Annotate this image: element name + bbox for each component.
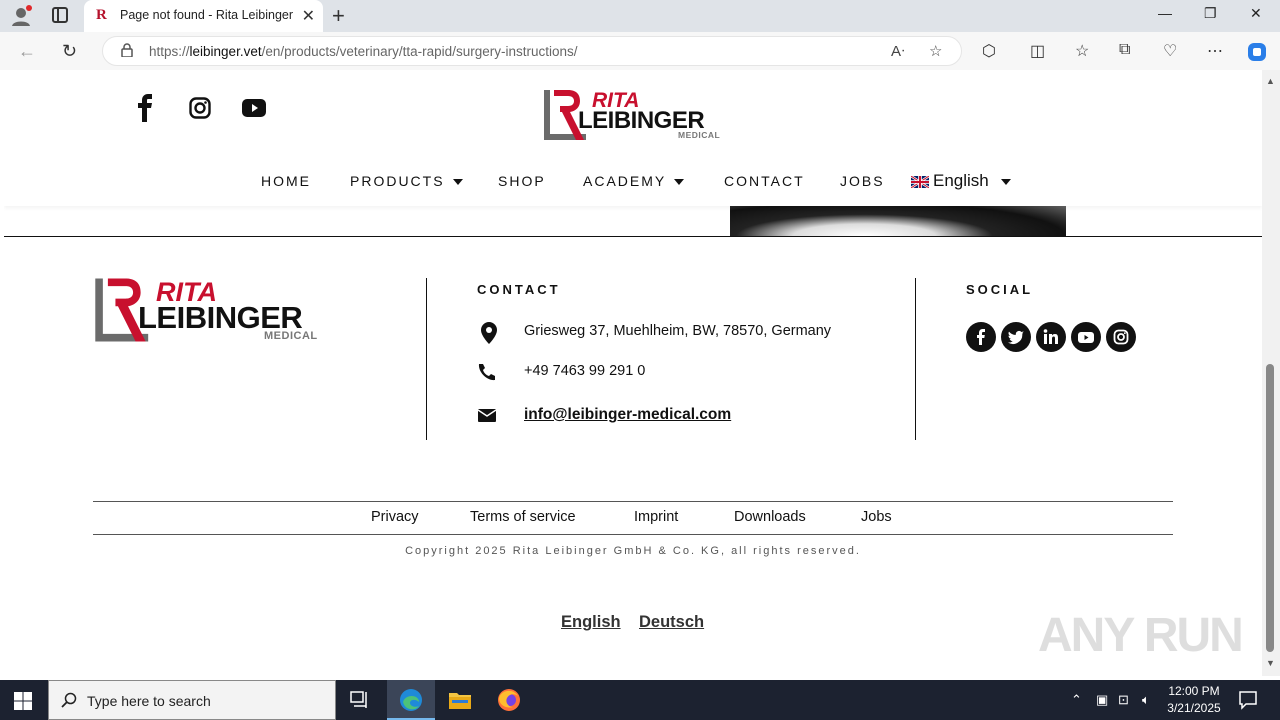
section-divider: [4, 236, 1262, 237]
read-aloud-icon[interactable]: Aᐧ: [891, 42, 905, 60]
logo-medical-text: MEDICAL: [264, 330, 318, 342]
facebook-icon[interactable]: [966, 322, 996, 352]
envelope-icon: [478, 409, 496, 422]
lock-icon[interactable]: [121, 43, 133, 57]
phone-text: +49 7463 99 291 0: [524, 363, 646, 379]
firefox-icon[interactable]: [485, 680, 533, 720]
more-menu-icon[interactable]: ⋯: [1207, 41, 1223, 61]
footer-logo[interactable]: RITA LEIBINGER MEDICAL: [92, 276, 322, 344]
nav-academy-label: ACADEMY: [583, 173, 667, 189]
tab-actions-icon[interactable]: [52, 7, 68, 23]
address-text: Griesweg 37, Muehlheim, BW, 78570, Germa…: [524, 323, 832, 339]
footer-divider-top: [93, 501, 1173, 502]
nav-home[interactable]: HOME: [261, 173, 311, 189]
clock-time: 12:00 PM: [1168, 684, 1220, 698]
browser-toolbar: ← ↻ https://leibinger.vet/en/products/ve…: [0, 32, 1280, 70]
split-screen-icon[interactable]: ◫: [1030, 41, 1045, 61]
watermark-logo: ANY RUN: [1038, 609, 1244, 662]
social-heading: SOCIAL: [966, 282, 1034, 297]
search-icon: [61, 692, 77, 708]
nav-shop[interactable]: SHOP: [498, 173, 546, 189]
windows-start-icon[interactable]: [14, 692, 32, 710]
task-view-icon[interactable]: [336, 680, 384, 720]
copilot-icon[interactable]: [1246, 41, 1268, 63]
column-divider: [915, 278, 916, 440]
browser-tab-active[interactable]: R Page not found - Rita Leibinger ✕: [84, 0, 323, 32]
chevron-down-icon: [1000, 178, 1011, 185]
taskbar-clock[interactable]: 12:00 PM 3/21/2025: [1160, 683, 1228, 717]
nav-products-label: PRODUCTS: [350, 173, 445, 189]
page-scrollbar[interactable]: ▲ ▼: [1262, 70, 1280, 676]
profile-icon[interactable]: [10, 5, 32, 27]
favorite-star-icon[interactable]: ☆: [929, 42, 942, 60]
extensions-icon[interactable]: ⬡: [982, 41, 996, 61]
map-pin-icon: [481, 322, 497, 344]
favicon-icon: R: [96, 7, 107, 23]
taskbar-search-input[interactable]: Type here to search: [48, 680, 336, 720]
language-label: English: [933, 171, 989, 190]
privacy-link[interactable]: Privacy: [371, 509, 419, 525]
browser-essentials-icon[interactable]: ♡: [1163, 41, 1177, 61]
address-bar[interactable]: https://leibinger.vet/en/products/veteri…: [102, 36, 962, 66]
twitter-icon[interactable]: [1001, 322, 1031, 352]
nav-jobs[interactable]: JOBS: [840, 173, 885, 189]
clock-date: 3/21/2025: [1167, 701, 1221, 715]
copyright-text: Copyright 2025 Rita Leibinger GmbH & Co.…: [405, 545, 861, 557]
new-tab-icon[interactable]: +: [332, 3, 345, 29]
network-icon[interactable]: ⊡: [1118, 692, 1129, 708]
chevron-down-icon: [674, 179, 685, 186]
nav-contact[interactable]: CONTACT: [724, 173, 805, 189]
tab-title: Page not found - Rita Leibinger: [120, 8, 294, 22]
terms-link[interactable]: Terms of service: [470, 509, 576, 525]
windows-taskbar: Type here to search ⌃ ▣ ⊡ 🔈︎ 12:00 PM 3/…: [0, 680, 1280, 720]
nav-products[interactable]: PRODUCTS: [350, 173, 463, 189]
linkedin-icon[interactable]: [1036, 322, 1066, 352]
collections-icon[interactable]: ⧉: [1119, 41, 1130, 59]
youtube-icon[interactable]: [242, 99, 266, 117]
email-link[interactable]: info@leibinger-medical.com: [524, 406, 731, 424]
scroll-down-icon[interactable]: ▼: [1266, 658, 1275, 668]
imprint-link[interactable]: Imprint: [634, 509, 678, 525]
favorites-icon[interactable]: ☆: [1075, 41, 1089, 61]
url-text: https://leibinger.vet/en/products/veteri…: [149, 44, 578, 59]
notifications-icon[interactable]: [1238, 690, 1258, 710]
jobs-link[interactable]: Jobs: [861, 509, 892, 525]
facebook-icon[interactable]: [136, 94, 154, 122]
instagram-icon[interactable]: [189, 97, 211, 119]
chevron-down-icon: [452, 179, 463, 186]
restore-icon[interactable]: ❐: [1204, 5, 1217, 22]
web-page: RITA LEIBINGER MEDICAL HOME PRODUCTS SHO…: [4, 70, 1262, 676]
contact-heading: CONTACT: [477, 282, 561, 297]
phone-icon: [478, 364, 495, 381]
search-placeholder: Type here to search: [87, 693, 211, 709]
meet-now-icon[interactable]: ▣: [1096, 692, 1108, 708]
refresh-icon[interactable]: ↻: [62, 41, 77, 62]
downloads-link[interactable]: Downloads: [734, 509, 806, 525]
scroll-up-icon[interactable]: ▲: [1266, 76, 1275, 86]
file-explorer-icon[interactable]: [436, 680, 484, 720]
minimize-icon[interactable]: —: [1158, 5, 1172, 21]
tray-chevron-up-icon[interactable]: ⌃: [1071, 692, 1082, 708]
language-english-link[interactable]: English: [561, 613, 621, 632]
window-close-icon[interactable]: ✕: [1250, 5, 1262, 22]
browser-tab-bar: R Page not found - Rita Leibinger ✕ + — …: [0, 0, 1280, 32]
youtube-icon[interactable]: [1071, 322, 1101, 352]
footer-divider-bottom: [93, 534, 1173, 535]
uk-flag-icon: [911, 175, 929, 188]
volume-icon[interactable]: 🔈︎: [1142, 692, 1150, 708]
back-icon[interactable]: ←: [18, 41, 36, 62]
language-switcher[interactable]: English: [911, 171, 1011, 191]
hero-image: [730, 202, 1066, 236]
instagram-icon[interactable]: [1106, 322, 1136, 352]
column-divider: [426, 278, 427, 440]
site-logo[interactable]: RITA LEIBINGER MEDICAL: [542, 88, 724, 142]
edge-app-icon[interactable]: [387, 680, 435, 720]
logo-medical-text: MEDICAL: [678, 130, 721, 140]
nav-academy[interactable]: ACADEMY: [583, 173, 685, 189]
language-deutsch-link[interactable]: Deutsch: [639, 613, 704, 632]
tab-close-icon[interactable]: ✕: [302, 6, 315, 26]
scrollbar-thumb[interactable]: [1266, 364, 1274, 652]
site-header: RITA LEIBINGER MEDICAL HOME PRODUCTS SHO…: [4, 70, 1262, 206]
